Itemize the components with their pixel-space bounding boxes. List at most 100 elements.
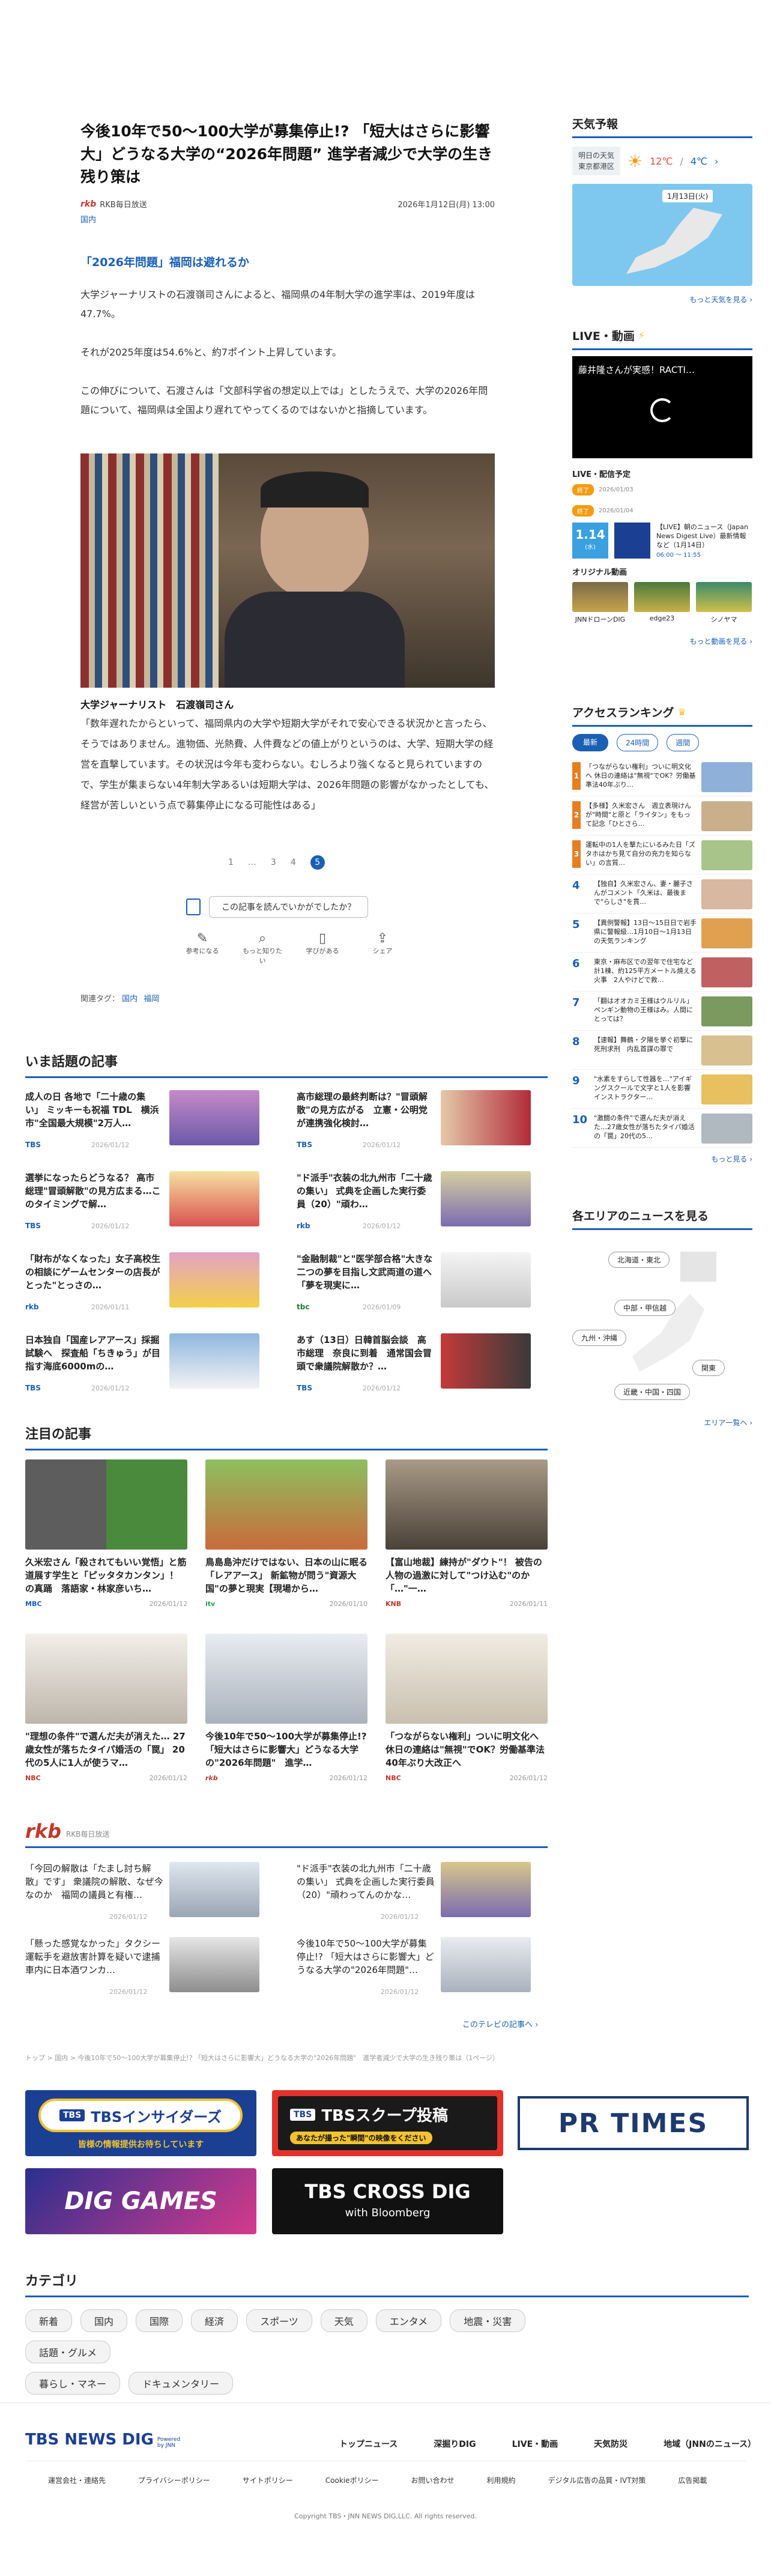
ranking-title: アクセスランキング [572,706,674,720]
rkb-item-2[interactable]: "ド派手"衣装の北九州市「二十歳の集い」 式典を企画した実行委員（20）"頑わっ… [297,1862,531,1928]
rkb-more-link[interactable]: このテレビの記事へ › [462,2018,538,2029]
cross-dig-banner[interactable]: TBS CROSS DIG with Bloomberg [272,2168,503,2234]
footer-link-cookie[interactable]: Cookieポリシー [325,2475,379,2485]
area-kyushu[interactable]: 九州・沖縄 [572,1330,627,1346]
live-schedule-row-2[interactable]: 終了 2026/01/04 [572,505,752,517]
attention-card-4-title: "理想の条件"で選んだ夫が消えた… 27歳女性が落ちたタイパ婚活の「罠」 20代… [25,1731,186,1768]
category-gourmet[interactable]: 話題・グルメ [25,2341,111,2363]
category-international[interactable]: 国際 [136,2309,183,2332]
category-economy[interactable]: 経済 [191,2309,238,2332]
ranking-more-link[interactable]: もっと見る › [572,1154,752,1164]
attention-card-6[interactable]: 「つながらない権利」ついに明文化へ 休日の連絡は"無視"でOK？労働基準法40年… [386,1634,548,1782]
hot-item-5[interactable]: 「財布がなくなった」女子高校生の相談にゲームセンターの店長がとった"とっさの… r… [25,1252,259,1318]
category-living[interactable]: 暮らし・マネー [25,2372,121,2395]
feedback-prompt[interactable]: この記事を読んでいかがでしたか？ [209,896,369,918]
attention-card-5[interactable]: 今後10年で50～100大学が募集停止!? 「短大はさらに影響大」どうなる大学の… [205,1634,367,1782]
category-documentary[interactable]: ドキュメンタリー [128,2372,234,2395]
ranking-item[interactable]: 10 "激闘の条件"で選んだ夫が消えた…27歳女性が落ちたタイパ婚活の「罠」20代… [572,1109,752,1148]
attention-card-3[interactable]: 【富山地裁】練持が"ダウト"！ 被告の人物の過激に対して"つけ込む"のか「…"一… [386,1459,548,1608]
original-video-2[interactable]: edge23 [634,582,690,624]
ranking-item[interactable]: 9 "水素をすらして性器を…"アイギングスクールで文字と1人を影響 インストラクタ… [572,1070,752,1109]
ranking-item[interactable]: 5 【異例警報】13日～15日日で岩手県に警報級…1月10日～1月13日の天気ラン… [572,914,752,953]
rkb-item-1[interactable]: 「今回の解散は「たまし討ち解散」です」 衆議院の解散、なぜ今なのか 福岡の議員と… [25,1862,259,1928]
ranking-item[interactable]: 1 「つながらない権利」ついに明文化へ 休日の連絡は"無視"でOK？労働基準法40… [572,757,752,796]
footer-link-ad-quality[interactable]: デジタル広告の品質・IVT対策 [548,2475,646,2485]
reaction-learning[interactable]: ▯ 学びがある [300,931,345,965]
hot-item-8[interactable]: あす（13日）日韓首脳会談 高市総理 奈良に到着 通常国会冒頭で衆議院解散か？…… [297,1333,531,1399]
ranking-tab-weekly[interactable]: 週間 [667,734,700,751]
hot-item-7[interactable]: 日本独自「国産レアアース」採掘試験へ 探査船「ちきゅう」が目指す海底6000mの… [25,1333,259,1399]
footer-link-ads[interactable]: 広告掲載 [678,2475,707,2485]
area-kanto[interactable]: 関東 [692,1360,725,1376]
area-hokkaido-tohoku[interactable]: 北海道・東北 [608,1252,670,1268]
live-video-player[interactable]: 藤井隆さんが実感！RACTI… [572,356,752,458]
footer-nav-top[interactable]: トップニュース [339,2438,398,2450]
scoop-banner[interactable]: TBS TBSスクープ投稿 あなたが撮った"瞬間"の映像をください [272,2090,503,2156]
live-video-title: 藤井隆さんが実感！RACTI… [578,365,695,375]
live-featured[interactable]: 1.14 (水) 【LIVE】朝のニュース（Japan News Digest … [572,523,752,559]
category-entertainment[interactable]: エンタメ [375,2309,442,2332]
related-tag-1[interactable]: 国内 [122,995,138,1004]
ranking-item[interactable]: 2 【多様】久米宏さん 週立表現けんが"時間"と原と「ライタン」をもって記念「ひと… [572,796,752,835]
ranking-item[interactable]: 4 【独自】久米宏さん、妻・麗子さんがコメント「久米は、最後まで"らしさ"を貫… [572,874,752,914]
ranking-tab-24h[interactable]: 24時間 [617,734,659,751]
ranking-item[interactable]: 8 【速報】舞鶴・夕陽を挙ぐ初撃に死刑求刑 内乱首謀の罪で [572,1031,752,1070]
area-more-link[interactable]: エリア一覧へ › [572,1417,752,1428]
hot-item-6[interactable]: "金融制裁"と"医学部合格"大きな二つの夢を目指し文武両道の道へ「夢を現実に… t… [297,1252,531,1318]
footer-nav-dig[interactable]: 深掘りDIG [434,2438,476,2450]
category-sports[interactable]: スポーツ [246,2309,312,2332]
area-kinki[interactable]: 近畿・中国・四国 [614,1384,691,1400]
original-video-1[interactable]: JNNドローンDIG [572,582,628,624]
footer-logo[interactable]: TBS NEWS DIG Powered by JNN [25,2431,187,2449]
hot-item-1[interactable]: 成人の日 各地で「二十歳の集い」 ミッキーも祝福 TDL 横浜市"全国最大規模"… [25,1090,259,1156]
footer-nav-regional[interactable]: 地域（JNNのニュース） [664,2438,756,2450]
reaction-useful[interactable]: ✎ 参考になる [180,931,225,965]
reaction-know-more[interactable]: ⌕ もっと知りたい [240,931,285,965]
live-more-link[interactable]: もっと動画を見る › [572,636,752,646]
weather-map[interactable]: 1月13日(火) [572,184,752,286]
original-video-3[interactable]: シノヤマ [696,582,752,624]
category-new[interactable]: 新着 [25,2309,73,2332]
ranking-tab-latest[interactable]: 最新 [572,734,609,751]
cross-dig-title: TBS CROSS DIG [304,2180,471,2203]
hot-item-4[interactable]: "ド派手"衣装の北九州市「二十歳の集い」 式典を企画した実行委員（20）"頑わ…… [297,1171,531,1237]
breadcrumb[interactable]: トップ > 国内 > 今後10年で50～100大学が募集停止!? 「短大はさらに… [25,2053,542,2062]
page-3[interactable]: 3 [271,858,276,867]
area-chubu[interactable]: 中部・甲信越 [614,1300,676,1316]
live-schedule-row-1[interactable]: 終了 2026/01/03 [572,484,752,496]
ranking-item[interactable]: 6 東京・麻布区での翌年で住宅など計1棟、約125平方メートル焼える火事 2人やけ… [572,953,752,992]
article-category[interactable]: 国内 [80,213,495,225]
category-disaster[interactable]: 地震・災害 [450,2309,526,2332]
insider-banner[interactable]: TBS TBSインサイダーズ 皆様の情報提供お待ちしています [25,2090,256,2156]
footer-link-company[interactable]: 運営会社・連絡先 [48,2475,106,2485]
page-1[interactable]: 1 [228,858,234,867]
page-5-current[interactable]: 5 [310,855,325,870]
prtimes-banner[interactable]: PR TIMES [518,2096,749,2150]
attention-card-1[interactable]: 久米宏さん「殺されてもいい覚悟」と筋道展す学生と「ピッタタカンタン」！ の真踊 … [25,1459,187,1608]
hot-item-3[interactable]: 選挙になったらどうなる？ 高市総理"冒頭解散"の見方広まる…このタイミングで解…… [25,1171,259,1237]
ranking-item[interactable]: 7 「翻はオオカミ王様はウルリル」ペンギン動物の王様はみ。人間にとっては？ [572,992,752,1031]
dig-games-banner[interactable]: DIG GAMES [25,2168,256,2234]
hot-item-2[interactable]: 高市総理の最終判断は？"冒頭解散"の見方広がる 立憲・公明党が連携強化検討… TB… [297,1090,531,1156]
rkb-item-1-title: 「今回の解散は「たまし討ち解散」です」 衆議院の解散、なぜ今なのか 福岡の議員と… [25,1863,163,1900]
chevron-right-icon[interactable]: › [715,156,718,167]
related-tag-2[interactable]: 福岡 [144,995,159,1004]
category-weather[interactable]: 天気 [320,2309,367,2332]
rkb-item-3[interactable]: 「懸った感覚なかった」タクシー運転手を避放害計算を疑いで逮捕 車内に日本酒ワンカ… [25,1937,259,2003]
rkb-item-4[interactable]: 今後10年で50～100大学が募集停止!? 「短大はさらに影響大」どうなる大学の… [297,1937,531,2003]
footer-nav-live[interactable]: LIVE・動画 [512,2438,558,2450]
attention-card-4[interactable]: "理想の条件"で選んだ夫が消えた… 27歳女性が落ちたタイパ婚活の「罠」 20代… [25,1634,187,1782]
footer-link-contact[interactable]: お問い合わせ [411,2475,455,2485]
footer-link-terms[interactable]: 利用規約 [487,2475,516,2485]
weather-more-link[interactable]: もっと天気を見る › [572,294,752,305]
footer-link-site-policy[interactable]: サイトポリシー [243,2475,293,2485]
footer-link-privacy[interactable]: プライバシーポリシー [138,2475,210,2485]
footer-nav-weather[interactable]: 天気防災 [594,2438,627,2450]
reaction-share[interactable]: ⇪ シェア [360,931,405,965]
page-4[interactable]: 4 [291,858,296,867]
attention-card-6-title: 「つながらない権利」ついに明文化へ 休日の連絡は"無視"でOK？労働基準法40年… [386,1731,545,1768]
attention-card-2[interactable]: 鳥島島沖だけではない、日本の山に眠る「レアアース」 新鉱物が問う"資源大国"の夢… [205,1459,367,1608]
ranking-item[interactable]: 3 運転中の1人を撃たにいるみた日「ズタホはかち見て自分の充力を知らない」の言質… [572,835,752,874]
category-domestic[interactable]: 国内 [80,2309,128,2332]
weather-location-box[interactable]: 明日の天気 東京都港区 [572,147,621,175]
